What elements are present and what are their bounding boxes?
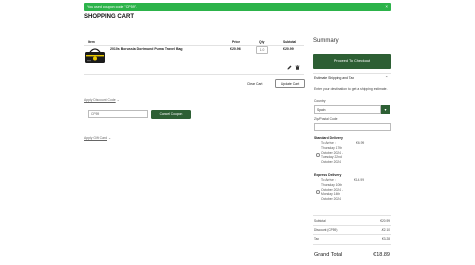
- totals-divider: [313, 215, 391, 216]
- standard-delivery-radio[interactable]: [316, 153, 320, 157]
- totals-divider: [313, 234, 391, 235]
- trash-icon[interactable]: [295, 65, 300, 70]
- standard-delivery-price: €6.99: [356, 141, 365, 145]
- product-image[interactable]: [84, 45, 106, 65]
- totals-row-label: Subtotal: [314, 219, 326, 223]
- grand-total-label: Grand Total: [314, 252, 343, 258]
- apply-discount-toggle[interactable]: Apply Discount Code ⌄: [84, 97, 120, 102]
- apply-gift-card-link[interactable]: Apply Gift Card: [84, 136, 107, 140]
- product-name-link[interactable]: 2010s Borussia Dortmund Puma Travel Bag: [110, 47, 200, 51]
- standard-delivery-title: Standard Delivery: [314, 136, 343, 140]
- update-cart-button[interactable]: Update Cart: [275, 79, 305, 88]
- standard-delivery-eta: To Arrive : Thursday 17th October 2024 -…: [321, 141, 343, 165]
- chevron-down-icon: ⌄: [116, 98, 120, 102]
- estimate-description: Enter your destination to get a shipping…: [314, 87, 388, 91]
- totals-row-value: €3.28: [382, 237, 390, 241]
- discount-code-input[interactable]: CP59: [88, 110, 148, 118]
- apply-gift-card-toggle[interactable]: Apply Gift Card ⌄: [84, 135, 111, 140]
- totals-divider: [313, 244, 391, 245]
- page-title: SHOPPING CART: [84, 14, 135, 20]
- totals-divider: [313, 225, 391, 226]
- apply-discount-link[interactable]: Apply Discount Code: [84, 98, 116, 102]
- clear-cart-button[interactable]: Clear Cart: [247, 82, 262, 86]
- column-header-qty: Qty: [259, 40, 265, 44]
- close-icon[interactable]: ×: [385, 3, 388, 11]
- zip-label: Zip/Postal Code: [314, 117, 338, 121]
- header-divider: [84, 44, 304, 46]
- zip-code-input[interactable]: [314, 123, 391, 131]
- row-divider: [84, 74, 304, 75]
- express-delivery-price: €14.99: [354, 178, 365, 182]
- column-header-subtotal: Subtotal: [283, 40, 297, 44]
- chevron-down-icon: ⌄: [108, 136, 112, 140]
- estimate-shipping-toggle[interactable]: Estimate Shipping and Tax: [314, 76, 354, 80]
- proceed-to-checkout-button[interactable]: Proceed To Checkout: [313, 54, 391, 69]
- country-select[interactable]: Spain: [314, 105, 381, 114]
- success-message: You used coupon code "CP59". ×: [84, 3, 391, 11]
- success-message-text: You used coupon code "CP59".: [87, 5, 137, 9]
- totals-row-value: €20.99: [380, 219, 390, 223]
- country-label: Country: [314, 99, 326, 103]
- totals-row-value: -€2.10: [380, 228, 390, 232]
- column-header-price: Price: [232, 40, 241, 44]
- summary-title: Summary: [313, 38, 339, 44]
- quantity-input[interactable]: 1.0: [256, 46, 268, 54]
- column-header-item: Item: [88, 40, 95, 44]
- express-delivery-title: Express Delivery: [314, 173, 342, 177]
- express-delivery-eta: To Arrive : Thursday 10th October 2024 -…: [321, 178, 343, 202]
- totals-row-label: Discount (CP59): [314, 228, 338, 232]
- item-price: €20.96: [230, 47, 241, 51]
- item-subtotal: €20.99: [283, 47, 294, 51]
- totals-row-label: Tax: [314, 237, 319, 241]
- chevron-up-icon[interactable]: ⌃: [385, 75, 388, 80]
- pencil-icon[interactable]: [287, 65, 292, 70]
- cancel-coupon-button[interactable]: Cancel Coupon: [151, 110, 191, 119]
- summary-divider: [313, 73, 391, 74]
- chevron-down-icon[interactable]: ▾: [381, 105, 390, 114]
- grand-total-value: €18.89: [373, 252, 390, 258]
- express-delivery-radio[interactable]: [316, 190, 320, 194]
